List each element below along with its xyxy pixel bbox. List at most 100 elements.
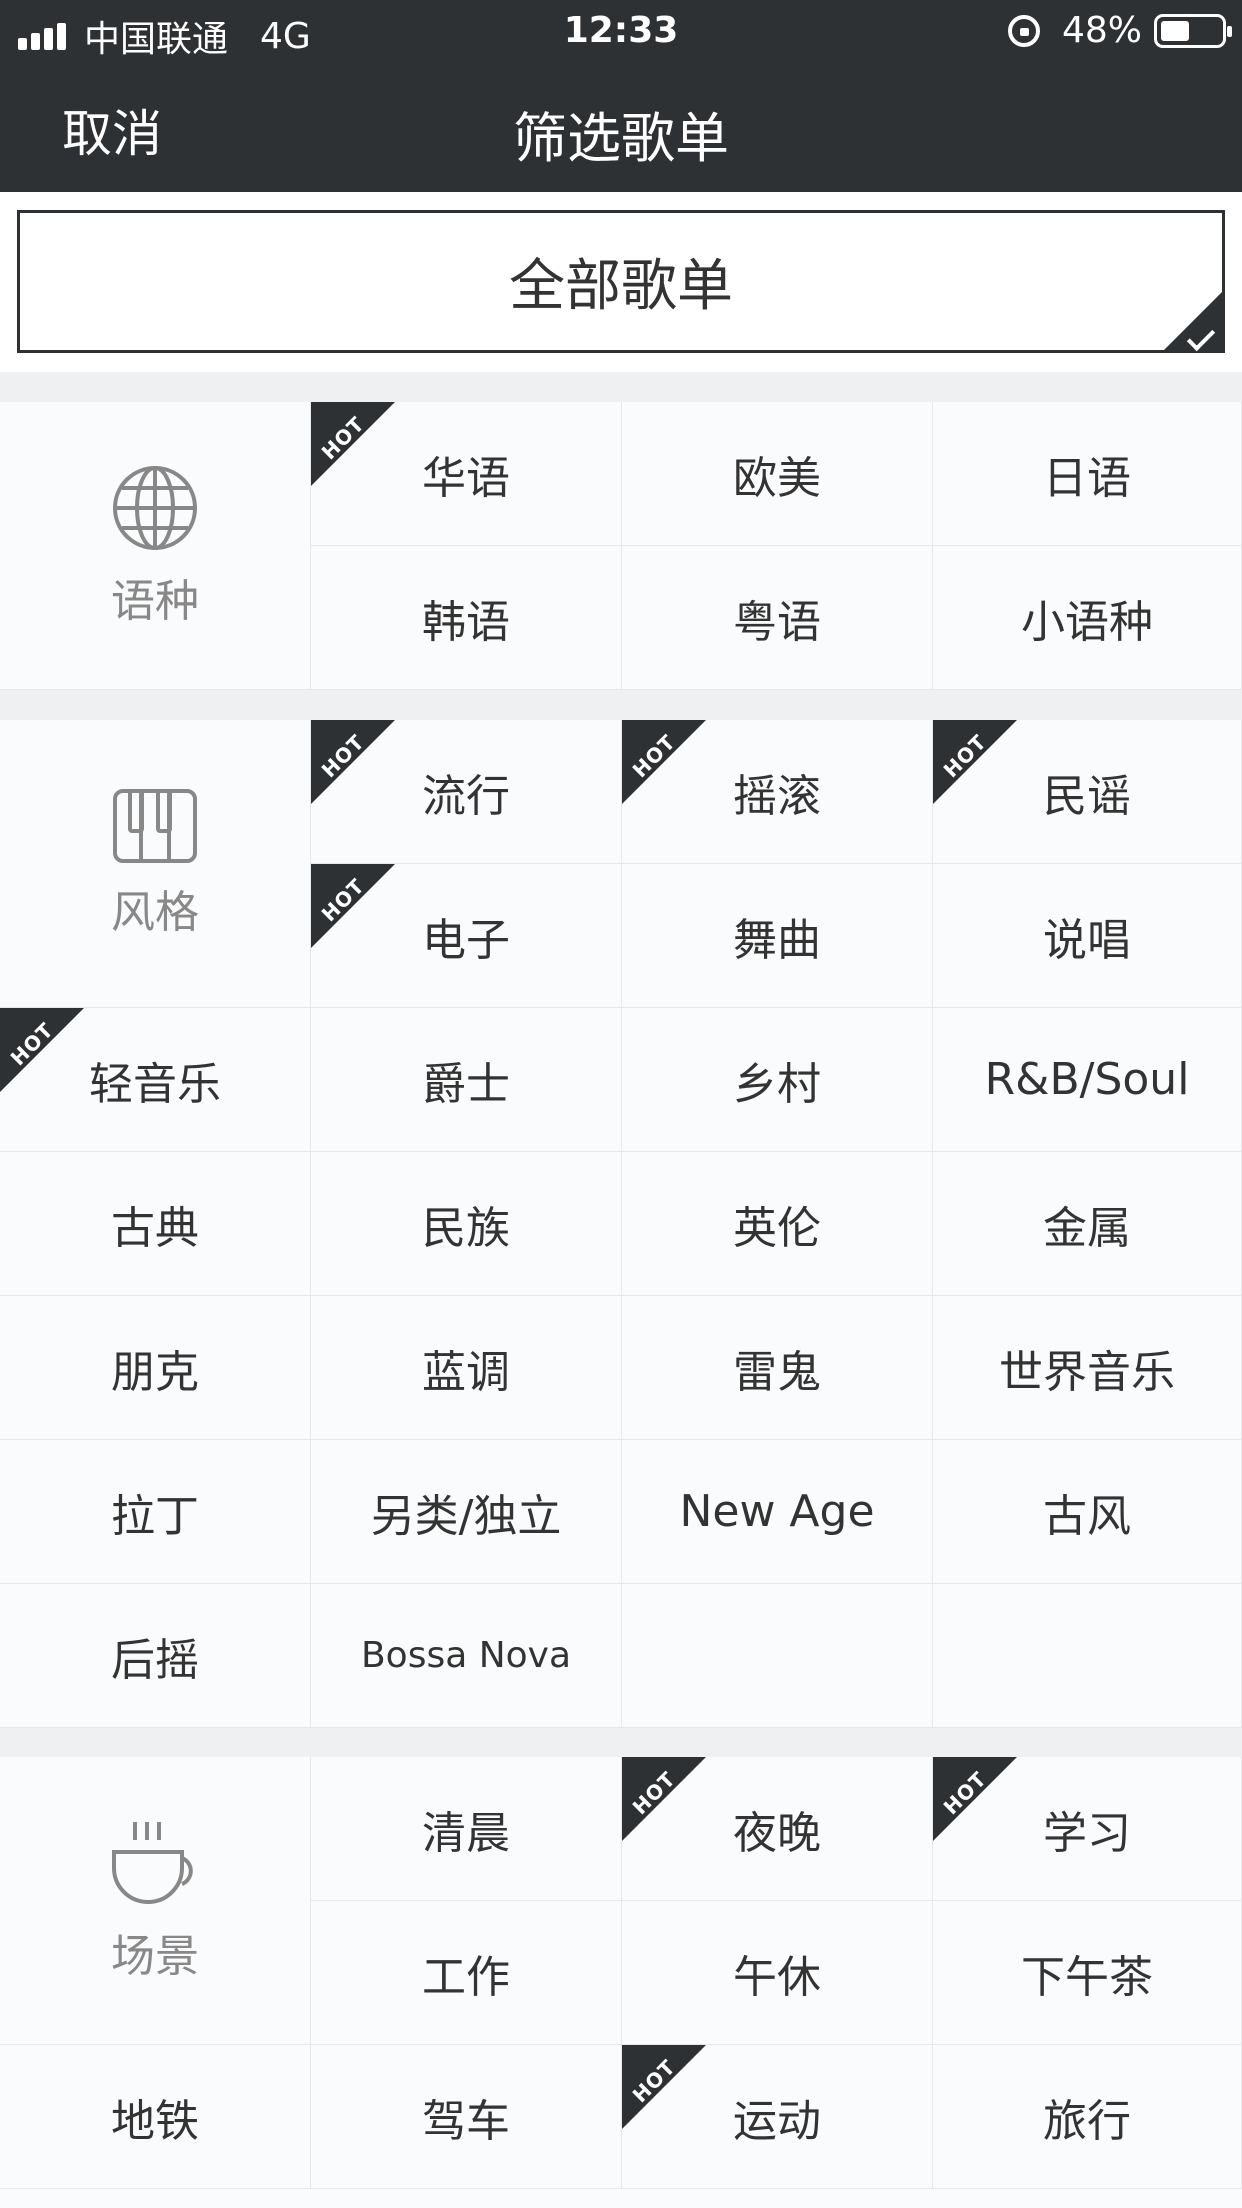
tag-item[interactable]: 下午茶 [933, 1901, 1242, 2045]
tag-label: 朋克 [111, 1346, 199, 1398]
tag-label: 拉丁 [111, 1490, 199, 1542]
tag-item[interactable]: 民族 [311, 1152, 622, 1296]
hot-badge: HOT [622, 1757, 706, 1841]
tag-item[interactable]: 世界音乐 [933, 1296, 1242, 1440]
tag-item[interactable]: 乡村 [622, 1008, 933, 1152]
tag-label: 小语种 [1021, 596, 1153, 648]
tag-item[interactable]: 旅行 [933, 2045, 1242, 2189]
tag-label: 舞曲 [733, 914, 821, 966]
tag-item[interactable]: 朋克 [0, 1296, 311, 1440]
tag-item[interactable]: 民谣 HOT [933, 720, 1242, 864]
tag-item[interactable]: 轻音乐 HOT [0, 1008, 311, 1152]
tag-item[interactable]: 清晨 [311, 1757, 622, 1901]
tag-label: 流行 [422, 770, 510, 822]
tag-item[interactable]: 驾车 [311, 2045, 622, 2189]
hot-badge-label: HOT [316, 729, 370, 783]
tag-item[interactable]: 古典 [0, 1152, 311, 1296]
tag-label: 后摇 [111, 1634, 199, 1686]
tag-item[interactable]: 电子 HOT [311, 864, 622, 1008]
tag-item[interactable]: 地铁 [0, 2045, 311, 2189]
tag-item[interactable]: 欧美 [622, 402, 933, 546]
style-section: 风格 流行 HOT 摇滚 HOT 民谣 HOT 电子 HOT 舞曲 说唱 轻音乐 HOT 爵士 乡村 R&B… [0, 720, 1242, 1728]
hot-badge-label: HOT [627, 1766, 681, 1820]
tag-label: 韩语 [422, 596, 510, 648]
tag-item[interactable]: Bossa Nova [311, 1584, 622, 1728]
tag-item[interactable]: 小语种 [933, 546, 1242, 690]
piano-icon [113, 788, 197, 863]
tag-item[interactable]: R&B/Soul [933, 1008, 1242, 1152]
scene-category-label: 场景 [111, 1930, 199, 1982]
tag-item[interactable]: 摇滚 HOT [622, 720, 933, 864]
tag-item[interactable]: 雷鬼 [622, 1296, 933, 1440]
tag-item[interactable]: 拉丁 [0, 1440, 311, 1584]
tag-label: 粤语 [733, 596, 821, 648]
tag-label: 华语 [422, 452, 510, 504]
tag-label: Bossa Nova [360, 1635, 572, 1676]
battery-percent: 48% [1061, 10, 1142, 51]
tag-item[interactable]: 日语 [933, 402, 1242, 546]
tag-item[interactable]: 后摇 [0, 1584, 311, 1728]
tag-label: 驾车 [422, 2095, 510, 2147]
tag-label: 古风 [1043, 1490, 1131, 1542]
tag-label: 另类/独立 [370, 1490, 562, 1542]
tag-label: 下午茶 [1021, 1951, 1153, 2003]
tag-item[interactable]: 古风 [933, 1440, 1242, 1584]
tag-item[interactable]: 金属 [933, 1152, 1242, 1296]
all-playlists-button[interactable]: 全部歌单 [17, 210, 1225, 353]
tag-label: 英伦 [733, 1202, 821, 1254]
style-category-label: 风格 [111, 886, 199, 938]
tag-label: 轻音乐 [89, 1058, 221, 1110]
hot-badge-label: HOT [627, 2054, 681, 2108]
hot-badge-label: HOT [627, 729, 681, 783]
empty-cell [622, 1584, 933, 1728]
tag-label: 爵士 [422, 1058, 510, 1110]
tag-item[interactable]: 夜晚 HOT [622, 1757, 933, 1901]
section-divider [0, 1727, 1242, 1757]
tag-item[interactable]: 粤语 [622, 546, 933, 690]
tag-label: 蓝调 [422, 1346, 510, 1398]
tag-label: New Age [679, 1486, 875, 1537]
tag-label: 古典 [111, 1202, 199, 1254]
tag-label: 欧美 [733, 452, 821, 504]
tag-label: 金属 [1043, 1202, 1131, 1254]
tag-label: 夜晚 [733, 1807, 821, 1859]
tag-label: 运动 [733, 2095, 821, 2147]
top-bar: 中国联通 4G 12:33 48% 取消 筛选歌单 [0, 0, 1242, 192]
tag-item[interactable]: 学习 HOT [933, 1757, 1242, 1901]
tag-label: 雷鬼 [733, 1346, 821, 1398]
tag-item[interactable]: 流行 HOT [311, 720, 622, 864]
tag-label: 学习 [1043, 1807, 1131, 1859]
hot-badge: HOT [311, 402, 395, 486]
tag-label: 世界音乐 [999, 1346, 1175, 1398]
tag-item[interactable]: 韩语 [311, 546, 622, 690]
tag-label: 工作 [422, 1951, 510, 2003]
tag-item[interactable]: 英伦 [622, 1152, 933, 1296]
tag-label: 地铁 [111, 2095, 199, 2147]
hot-badge-label: HOT [938, 729, 992, 783]
tag-label: 说唱 [1043, 914, 1131, 966]
section-divider [0, 372, 1242, 402]
tag-item[interactable]: 说唱 [933, 864, 1242, 1008]
empty-cell [933, 1584, 1242, 1728]
tag-item[interactable]: New Age [622, 1440, 933, 1584]
tag-item[interactable]: 午休 [622, 1901, 933, 2045]
hot-badge-label: HOT [316, 873, 370, 927]
tag-label: 乡村 [733, 1058, 821, 1110]
battery-icon [1154, 13, 1232, 48]
page-title: 筛选歌单 [513, 107, 729, 170]
hot-badge: HOT [622, 720, 706, 804]
tag-label: 民谣 [1043, 770, 1131, 822]
tag-item[interactable]: 运动 HOT [622, 2045, 933, 2189]
nav-bar: 取消 筛选歌单 [0, 64, 1242, 192]
coffee-cup-icon [112, 1821, 193, 1904]
tag-label: 旅行 [1043, 2095, 1131, 2147]
tag-item[interactable]: 工作 [311, 1901, 622, 2045]
tag-item[interactable]: 另类/独立 [311, 1440, 622, 1584]
tag-item[interactable]: 蓝调 [311, 1296, 622, 1440]
tag-item[interactable]: 舞曲 [622, 864, 933, 1008]
tag-label: 日语 [1043, 452, 1131, 504]
style-category: 风格 [0, 720, 311, 1008]
tag-label: R&B/Soul [984, 1054, 1190, 1105]
tag-item[interactable]: 华语 HOT [311, 402, 622, 546]
tag-item[interactable]: 爵士 [311, 1008, 622, 1152]
